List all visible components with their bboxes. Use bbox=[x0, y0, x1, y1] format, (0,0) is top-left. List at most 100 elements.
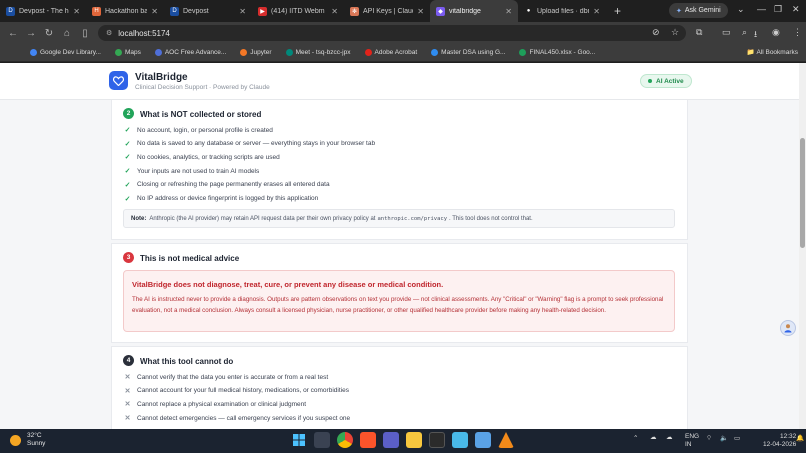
reload-icon[interactable]: ↻ bbox=[40, 28, 58, 39]
list-item-text: No IP address or device fingerprint is l… bbox=[137, 195, 319, 202]
bookmark-item[interactable]: Adobe Acrobat bbox=[364, 49, 417, 56]
list-item: ✕ Cannot replace a physical examination o… bbox=[124, 400, 307, 409]
tracking-off-icon[interactable]: ⊘ bbox=[652, 27, 660, 38]
wifi-icon[interactable]: ⌔ bbox=[706, 435, 712, 443]
clock-time: 12:32 bbox=[779, 433, 797, 440]
status-dot-icon bbox=[648, 79, 652, 83]
cast-icon[interactable]: ▭ bbox=[722, 27, 731, 38]
teams-icon[interactable] bbox=[383, 432, 399, 448]
bookmark-item[interactable]: FINAL450.xlsx - Goo... bbox=[519, 49, 595, 56]
browser-tab[interactable]: ◆ vitalbridge ✕ bbox=[430, 0, 518, 22]
scrollbar-thumb[interactable] bbox=[800, 138, 805, 248]
bookmark-item[interactable]: Meet - tsq-bzcc-jpx bbox=[285, 49, 351, 56]
tab-close-icon[interactable]: ✕ bbox=[417, 7, 424, 16]
status-label: AI Active bbox=[656, 77, 684, 85]
browser-tab[interactable]: D Devpost - The ho ✕ bbox=[0, 0, 86, 22]
new-tab-button[interactable]: + bbox=[606, 4, 629, 18]
tab-close-icon[interactable]: ✕ bbox=[73, 7, 80, 16]
cross-icon: ✕ bbox=[124, 415, 131, 423]
minimize-icon[interactable]: — bbox=[757, 4, 766, 14]
weather-temp: 32°C bbox=[27, 432, 42, 439]
tab-favicon-icon: ▶ bbox=[258, 6, 267, 16]
list-item: ✓ No account, login, or personal profile … bbox=[124, 126, 273, 135]
chrome-icon[interactable] bbox=[337, 432, 353, 448]
bookmark-favicon-icon bbox=[154, 49, 162, 56]
all-bookmarks-link[interactable]: 📁 All Bookmarks bbox=[747, 48, 798, 56]
volume-icon[interactable]: 🔈 bbox=[720, 435, 728, 443]
note-text-end: . This tool does not control that. bbox=[449, 215, 533, 222]
site-info-icon[interactable]: ⚙ bbox=[106, 29, 112, 37]
tab-title: (414) IITD Webm bbox=[271, 7, 325, 15]
bookmark-label: Google Dev Library... bbox=[40, 49, 101, 56]
tab-search-icon[interactable]: ⌕ bbox=[742, 27, 747, 38]
list-item: ✓ No cookies, analytics, or tracking scri… bbox=[124, 153, 280, 162]
ask-gemini-button[interactable]: ✦ Ask Gemini bbox=[669, 3, 728, 18]
bookmark-label: AOC Free Advance... bbox=[164, 49, 227, 56]
task-view-icon[interactable] bbox=[314, 432, 330, 448]
tray-overflow-icon[interactable]: ⌃ bbox=[633, 435, 638, 443]
page-scrollbar[interactable] bbox=[799, 63, 806, 429]
battery-icon[interactable]: ▭ bbox=[734, 435, 740, 443]
app-icon[interactable] bbox=[475, 432, 491, 448]
tab-title: Devpost - The ho bbox=[19, 7, 70, 15]
forward-icon[interactable]: → bbox=[22, 28, 40, 39]
tab-title: Devpost bbox=[183, 7, 209, 15]
tab-close-icon[interactable]: ✕ bbox=[151, 7, 158, 16]
clock-date: 12-04-2026 bbox=[763, 441, 797, 448]
file-explorer-icon[interactable] bbox=[406, 432, 422, 448]
download-icon[interactable]: ⭳ bbox=[754, 27, 757, 43]
tab-close-icon[interactable]: ✕ bbox=[593, 7, 600, 16]
bookmark-item[interactable]: Maps bbox=[114, 49, 141, 56]
tab-title: Hackathon bat ch bbox=[105, 7, 148, 15]
app-tagline: Clinical Decision Support · Powered by C… bbox=[135, 84, 270, 91]
heart-icon bbox=[109, 71, 128, 90]
browser-tab[interactable]: ▶ (414) IITD Webm ✕ bbox=[252, 0, 344, 22]
brave-icon[interactable] bbox=[360, 432, 376, 448]
list-item: ✕ Cannot verify that the data you enter i… bbox=[124, 373, 329, 382]
window-list-icon[interactable]: ⌄ bbox=[737, 4, 745, 15]
sun-icon bbox=[10, 434, 21, 446]
terminal-icon[interactable] bbox=[429, 432, 445, 448]
tab-close-icon[interactable]: ✕ bbox=[331, 7, 338, 16]
tab-close-icon[interactable]: ✕ bbox=[505, 7, 512, 16]
maximize-icon[interactable]: ❐ bbox=[774, 4, 782, 15]
cross-icon: ✕ bbox=[124, 387, 131, 395]
close-window-icon[interactable]: ✕ bbox=[792, 4, 800, 15]
onedrive-icon[interactable]: ☁ bbox=[666, 434, 673, 442]
home-icon[interactable]: ⌂ bbox=[58, 28, 76, 39]
browser-tab[interactable]: H Hackathon bat ch✕ bbox=[86, 0, 164, 22]
language-indicator[interactable]: ENG IN bbox=[685, 433, 699, 449]
app-header: VitalBridge Clinical Decision Support · … bbox=[0, 63, 799, 100]
browser-tab[interactable]: D Devpost ✕ bbox=[164, 0, 252, 22]
page-content: VitalBridge Clinical Decision Support · … bbox=[0, 63, 799, 429]
clock[interactable]: 12:32 12-04-2026 bbox=[763, 433, 796, 449]
extensions-icon[interactable]: ⧉ bbox=[696, 27, 702, 38]
menu-icon[interactable]: ⋮ bbox=[793, 27, 802, 38]
tab-title: API Keys | Claude bbox=[363, 7, 413, 15]
bookmark-item[interactable]: AOC Free Advance... bbox=[154, 49, 227, 56]
notepad-icon[interactable] bbox=[452, 432, 468, 448]
back-icon[interactable]: ← bbox=[4, 28, 22, 39]
note-label: Note: bbox=[131, 215, 147, 222]
bookmark-item[interactable]: Jupyter bbox=[240, 49, 272, 56]
cross-icon: ✕ bbox=[124, 401, 131, 409]
cross-icon: ✕ bbox=[124, 374, 131, 381]
side-panel-icon[interactable]: ▯ bbox=[76, 28, 94, 39]
note-link[interactable]: anthropic.com/privacy bbox=[377, 216, 447, 222]
notifications-icon[interactable]: 🔔 bbox=[796, 435, 804, 443]
address-bar[interactable]: ⚙ localhost:5174 bbox=[98, 25, 686, 41]
browser-tab[interactable]: ● Upload files · dbm ✕ bbox=[518, 0, 606, 22]
tab-close-icon[interactable]: ✕ bbox=[239, 7, 246, 16]
bookmark-item[interactable]: Master DSA using G... bbox=[431, 49, 505, 56]
bookmark-item[interactable]: Google Dev Library... bbox=[30, 49, 101, 56]
tray-app-icon[interactable]: ☁ bbox=[650, 434, 657, 442]
weather-widget[interactable]: 32°C Sunny bbox=[10, 432, 45, 448]
browser-tab[interactable]: ✻ API Keys | Claude ✕ bbox=[344, 0, 430, 22]
profile-avatar[interactable]: ◉ bbox=[772, 27, 780, 38]
list-item: ✓ Closing or refreshing the page permanen… bbox=[124, 181, 330, 189]
assistant-avatar-button[interactable] bbox=[780, 320, 796, 336]
bookmark-star-icon[interactable]: ☆ bbox=[671, 27, 679, 38]
vlc-icon[interactable] bbox=[498, 432, 514, 448]
windows-start-icon[interactable] bbox=[291, 432, 307, 448]
list-item-text: No data is saved to any database or serv… bbox=[137, 140, 376, 148]
